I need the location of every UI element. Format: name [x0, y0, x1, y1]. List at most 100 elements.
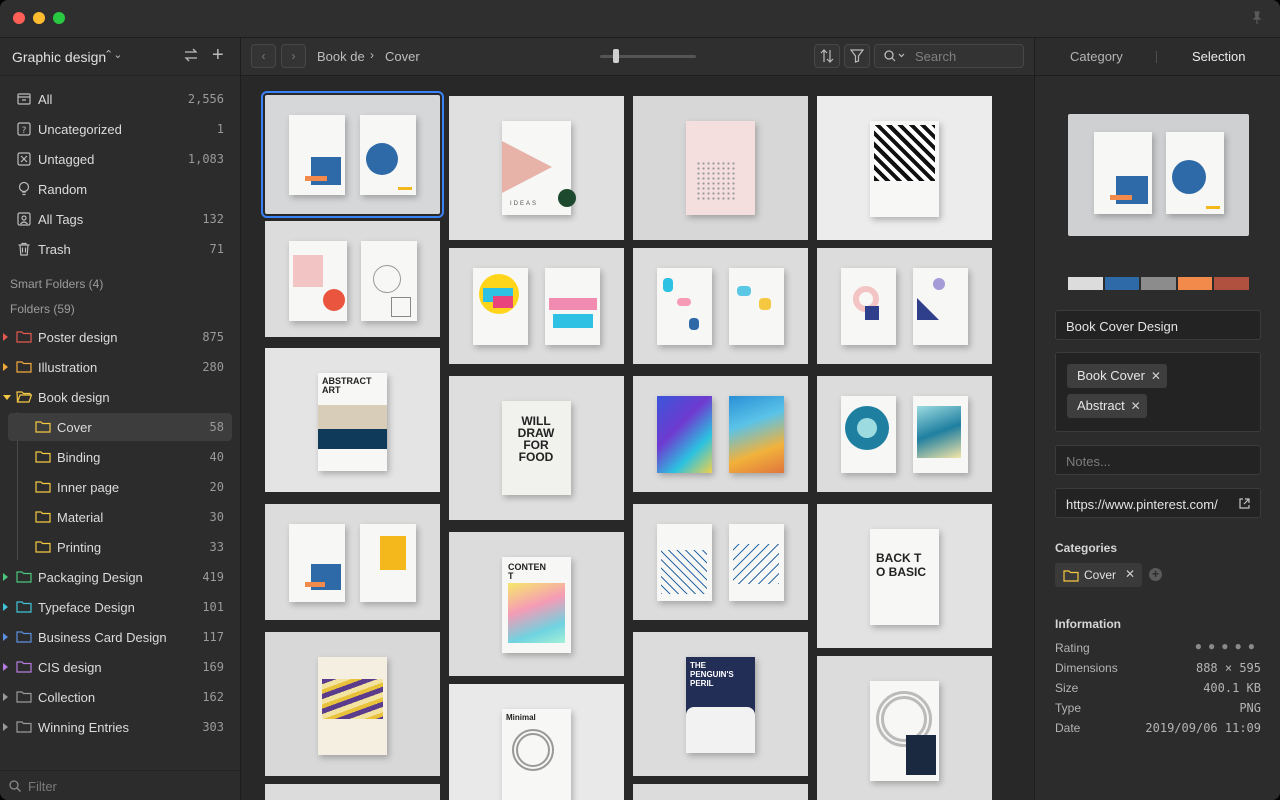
- color-swatch[interactable]: [1068, 277, 1103, 290]
- remove-tag-icon[interactable]: ✕: [1151, 364, 1161, 388]
- disclosure-closed-icon[interactable]: [3, 723, 8, 731]
- sidebar-folder-illustration[interactable]: Illustration 280: [3, 353, 232, 381]
- remove-category-icon[interactable]: ✕: [1125, 567, 1135, 581]
- thumbnail-item[interactable]: THE PENGUIN'S PERIL: [633, 632, 808, 776]
- category-chip[interactable]: Cover ✕: [1055, 563, 1142, 587]
- thumbnail-item[interactable]: Minimal: [449, 684, 624, 800]
- tag-frame-icon: [17, 212, 31, 226]
- sidebar-item-untagged[interactable]: Untagged 1,083: [8, 145, 232, 173]
- color-swatch[interactable]: [1104, 277, 1140, 290]
- thumbnail-item[interactable]: IDEAS: [449, 96, 624, 240]
- folders-heading[interactable]: Folders (59): [10, 302, 75, 316]
- add-icon[interactable]: +: [212, 44, 224, 67]
- minimize-window-button[interactable]: [33, 12, 45, 24]
- sidebar-folder-cover[interactable]: Cover 58: [8, 413, 232, 441]
- notes-input[interactable]: [1066, 453, 1246, 469]
- disclosure-closed-icon[interactable]: [3, 693, 8, 701]
- thumbnail-item[interactable]: CONTENT: [449, 532, 624, 676]
- add-category-button[interactable]: +: [1149, 568, 1162, 581]
- filter-input[interactable]: [28, 777, 228, 795]
- tab-selection[interactable]: Selection: [1192, 49, 1245, 64]
- library-switcher[interactable]: Graphic design ⌃⌄ +: [0, 38, 240, 76]
- sidebar-item-all[interactable]: All 2,556: [8, 85, 232, 113]
- sidebar-folder-collection[interactable]: Collection 162: [3, 683, 232, 711]
- thumbnail-item[interactable]: [633, 96, 808, 240]
- thumbnail-item[interactable]: ABSTRACT ART: [265, 348, 440, 492]
- thumbnail-item[interactable]: [633, 784, 808, 800]
- tag-chip[interactable]: Abstract ✕: [1067, 394, 1147, 418]
- breadcrumb-current[interactable]: Cover: [385, 49, 420, 64]
- open-link-icon[interactable]: [1238, 497, 1251, 510]
- sidebar-folder-material[interactable]: Material 30: [8, 503, 232, 531]
- thumbnail-item[interactable]: [265, 221, 440, 337]
- disclosure-closed-icon[interactable]: [3, 363, 8, 371]
- disclosure-closed-icon[interactable]: [3, 633, 8, 641]
- sync-icon[interactable]: [183, 47, 199, 63]
- remove-tag-icon[interactable]: ✕: [1131, 394, 1141, 418]
- sidebar-folder-cis-design[interactable]: CIS design 169: [3, 653, 232, 681]
- sidebar-folder-label: Illustration: [38, 360, 98, 375]
- color-swatch[interactable]: [1177, 277, 1213, 290]
- url-field[interactable]: https://www.pinterest.com/: [1055, 488, 1261, 518]
- smart-folders-heading[interactable]: Smart Folders (4): [10, 277, 103, 291]
- zoom-window-button[interactable]: [53, 12, 65, 24]
- sidebar-folder-printing[interactable]: Printing 33: [8, 533, 232, 561]
- breadcrumb-parent[interactable]: Book de: [317, 49, 365, 64]
- sidebar-item-uncategorized[interactable]: ? Uncategorized 1: [8, 115, 232, 143]
- rating-dots[interactable]: ●●●●●: [1195, 639, 1261, 653]
- close-window-button[interactable]: [13, 12, 25, 24]
- updown-chevron-icon[interactable]: ⌃⌄: [104, 48, 122, 61]
- tag-chip[interactable]: Book Cover ✕: [1067, 364, 1167, 388]
- sidebar-folder-winning-entries[interactable]: Winning Entries 303: [3, 713, 232, 741]
- disclosure-closed-icon[interactable]: [3, 573, 8, 581]
- thumbnail-item[interactable]: WILL DRAW FOR FOOD: [449, 376, 624, 520]
- categories-heading: Categories: [1055, 541, 1118, 555]
- back-button[interactable]: ‹: [251, 44, 276, 68]
- filter-button[interactable]: [844, 44, 870, 68]
- sort-button[interactable]: [814, 44, 840, 68]
- notes-field[interactable]: [1055, 445, 1261, 475]
- thumbnail-item[interactable]: [633, 248, 808, 364]
- thumbnail-item[interactable]: [817, 248, 992, 364]
- thumbnail-item[interactable]: BACK TO BASIC: [817, 504, 992, 648]
- disclosure-closed-icon[interactable]: [3, 603, 8, 611]
- library-title[interactable]: Graphic design: [12, 49, 106, 65]
- info-key: Rating: [1055, 641, 1090, 655]
- sidebar-item-random[interactable]: Random: [8, 175, 232, 203]
- folder-icon: [16, 691, 32, 703]
- pin-icon[interactable]: [1250, 11, 1264, 25]
- color-swatch[interactable]: [1214, 277, 1249, 290]
- thumbnail-item[interactable]: [449, 248, 624, 364]
- search-box[interactable]: [874, 44, 1024, 68]
- thumbnail-item[interactable]: [817, 376, 992, 492]
- tags-field[interactable]: Book Cover ✕ Abstract ✕: [1055, 352, 1261, 432]
- thumbnail-item[interactable]: [817, 656, 992, 800]
- search-input[interactable]: [915, 48, 1015, 64]
- zoom-slider-handle[interactable]: [613, 49, 619, 63]
- sidebar-folder-poster-design[interactable]: Poster design 875: [3, 323, 232, 351]
- tab-category[interactable]: Category: [1070, 49, 1123, 64]
- color-swatch[interactable]: [1141, 277, 1176, 290]
- sidebar-folder-business-card-design[interactable]: Business Card Design 117: [3, 623, 232, 651]
- sidebar-item-all-tags[interactable]: All Tags 132: [8, 205, 232, 233]
- thumbnail-item[interactable]: [817, 96, 992, 240]
- sidebar-folder-inner-page[interactable]: Inner page 20: [8, 473, 232, 501]
- sidebar-item-label: Trash: [38, 242, 71, 257]
- thumbnail-item[interactable]: [261, 91, 444, 218]
- forward-button[interactable]: ›: [281, 44, 306, 68]
- question-box-icon: ?: [17, 122, 31, 136]
- disclosure-closed-icon[interactable]: [3, 333, 8, 341]
- thumbnail-item[interactable]: [633, 376, 808, 492]
- name-field[interactable]: Book Cover Design: [1055, 310, 1261, 340]
- thumbnail-item[interactable]: [265, 784, 440, 800]
- sidebar-folder-binding[interactable]: Binding 40: [8, 443, 232, 471]
- thumbnail-item[interactable]: [265, 504, 440, 620]
- sidebar-folder-packaging-design[interactable]: Packaging Design 419: [3, 563, 232, 591]
- sidebar-item-trash[interactable]: Trash 71: [8, 235, 232, 263]
- thumbnail-item[interactable]: [633, 504, 808, 620]
- disclosure-closed-icon[interactable]: [3, 663, 8, 671]
- disclosure-open-icon[interactable]: [3, 395, 11, 400]
- sidebar-folder-typeface-design[interactable]: Typeface Design 101: [3, 593, 232, 621]
- thumbnail-item[interactable]: [265, 632, 440, 776]
- sidebar-folder-book-design[interactable]: Book design: [3, 383, 232, 411]
